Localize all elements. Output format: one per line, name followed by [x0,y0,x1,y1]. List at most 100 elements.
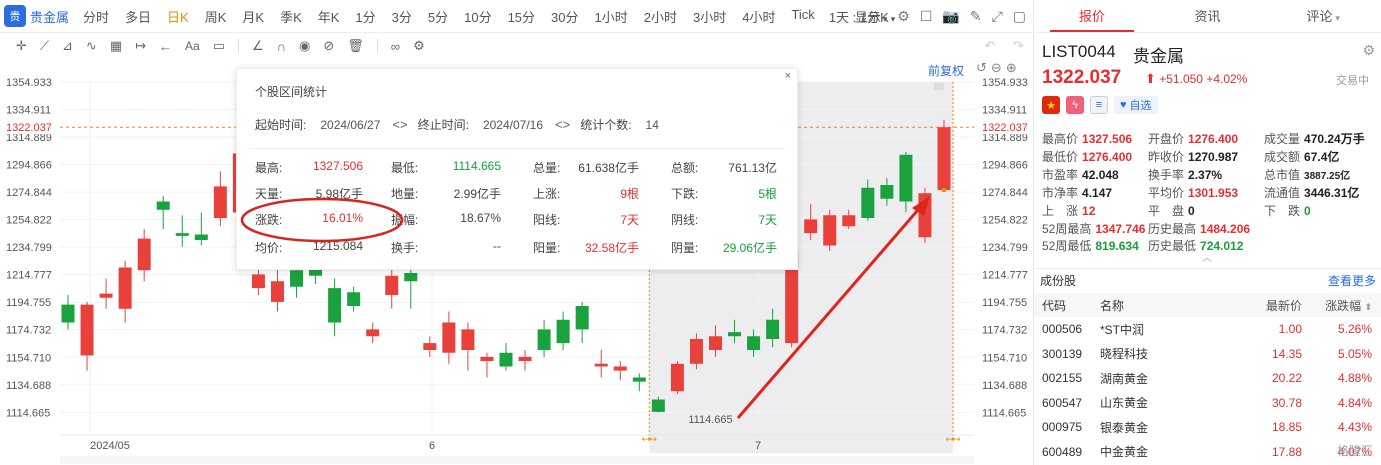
period-tab[interactable]: 日K [159,7,197,26]
period-tab[interactable]: 周K [197,7,235,26]
header-price[interactable]: 最新价 [1230,297,1302,314]
table-row[interactable]: 600547 山东黄金 30.78 4.84% [1034,391,1381,416]
eye-icon[interactable]: ◉ [299,38,310,54]
price-cell: 18.85 [1271,420,1302,435]
quote-value: 1276.400 [1188,132,1239,146]
tab-comments[interactable]: 评论 ▾ [1265,0,1381,32]
period-tab[interactable]: 2小时 [636,7,685,26]
table-row[interactable]: 002155 湖南黄金 20.22 4.88% [1034,366,1381,391]
quote-label: 历史最高 [1148,222,1197,236]
layout-icon[interactable]: ▢ [1013,8,1026,25]
header-change[interactable]: 涨跌幅 ⬍ [1302,297,1372,314]
zoom-out-icon[interactable]: ⊖ [991,60,1002,76]
quote-label: 最高价 [1042,132,1079,146]
end-date[interactable]: 2024/07/16 [483,118,543,132]
price-cell: 30.78 [1271,395,1302,410]
period-tab[interactable]: 年K [310,7,348,26]
period-tab[interactable]: 3分 [384,7,420,26]
text-tool-icon[interactable]: Aa [185,39,200,53]
wave-tool-icon[interactable]: ∿ [86,38,97,54]
add-favorite-button[interactable]: ♥ 自选 [1114,96,1158,114]
stock-name-tab[interactable]: 贵金属 [30,7,69,26]
undo-icon[interactable]: ↶ [984,38,995,54]
fuquan-toggle[interactable]: 前复权 [928,62,964,79]
candle-body [766,319,780,339]
low-value-label: 1114.665 [688,414,732,426]
zoom-in-icon[interactable]: ⊕ [1006,60,1017,76]
table-row[interactable]: 600489 中金黄金 17.88 4.07% [1034,440,1381,465]
candle-body [461,329,475,350]
quote-label: 平均价 [1148,186,1185,200]
bolt-icon[interactable]: ϟ [1066,96,1084,114]
camera-icon[interactable]: 📷 [942,8,959,25]
period-tab[interactable]: 4小时 [734,7,783,26]
trash-icon[interactable]: 🗑 [347,38,364,54]
expand-chevron-icon[interactable]: ︿ [1202,249,1212,264]
tab-news[interactable]: 资讯 [1150,0,1266,32]
ray-tool-icon[interactable]: ⊿ [62,38,73,54]
current-price-tag: 1322.037 [6,122,52,134]
quote-item: 总市值 3887.25亿 [1264,166,1350,183]
divider [249,148,785,149]
table-row[interactable]: 000975 银泰黄金 18.85 4.43% [1034,415,1381,440]
indicator-box-icon[interactable]: ☐ [920,8,933,25]
y-tick-label-right: 1114.665 [982,407,1026,419]
candle-body [537,329,551,350]
crosshair-icon[interactable]: ✛ [16,38,27,54]
view-more-link[interactable]: 查看更多 [1328,269,1376,294]
stock-name-cell: 银泰黄金 [1100,420,1149,435]
ruler-tool-icon[interactable]: ∠ [252,38,264,54]
candle-body [575,306,589,330]
display-menu[interactable]: 显示 ▾ [855,7,888,26]
start-arrows-icon[interactable]: <> [392,117,407,132]
grid-tool-icon[interactable]: ▦ [110,38,122,54]
watermark: 格隆汇 [1336,444,1373,458]
candle-body [518,356,532,361]
header-code[interactable]: 代码 [1034,297,1100,314]
hide-icon[interactable]: ⊘ [323,38,334,54]
close-icon[interactable]: × [785,70,791,82]
draw-settings-icon[interactable]: ⚙ [413,38,425,54]
document-icon[interactable]: ≡ [1090,96,1108,114]
end-arrows-icon[interactable]: <> [555,117,570,132]
quote-value: 1347.746 [1095,222,1146,236]
tab-quote[interactable]: 报价 [1034,0,1150,32]
y-tick-label: 1114.665 [6,407,50,419]
pen-icon[interactable]: ✎ [970,8,982,25]
selection-close-box [933,82,944,90]
comment-tool-icon[interactable]: ▭ [213,38,225,54]
table-row[interactable]: 000506 *ST中润 1.00 5.26% [1034,317,1381,342]
period-tab[interactable]: 月K [234,7,272,26]
period-tab[interactable]: 多日 [117,7,159,26]
settings-gear-icon[interactable]: ⚙ [897,8,910,25]
period-tab[interactable]: 5分 [420,7,456,26]
period-tab[interactable]: 15分 [500,7,543,26]
period-tab[interactable]: 分时 [75,7,117,26]
panel-settings-icon[interactable]: ⚙ [1362,42,1375,59]
period-tab[interactable]: 3小时 [685,7,734,26]
stock-code-cell: 300139 [1042,346,1083,361]
range-tool-icon[interactable]: ↦ [135,38,146,54]
link-icon[interactable]: ∞ [391,39,400,54]
candle-body [156,201,170,210]
line-tool-icon[interactable]: ⟋ [40,38,49,54]
magnet-icon[interactable]: ∩ [277,39,286,54]
period-tab[interactable]: 10分 [456,7,499,26]
header-name[interactable]: 名称 [1100,297,1230,314]
period-tab[interactable]: Tick [783,7,822,26]
period-tab[interactable]: 季K [272,7,310,26]
reset-icon[interactable]: ↺ [976,60,987,76]
period-tab[interactable]: 1分 [347,7,383,26]
start-date[interactable]: 2024/06/27 [320,118,380,132]
quote-value: 12 [1082,204,1096,218]
period-tab[interactable]: 30分 [543,7,586,26]
fullscreen-icon[interactable]: ⤢ [992,8,1003,25]
candle-body [747,336,761,350]
table-row[interactable]: 300139 晓程科技 14.35 5.05% [1034,342,1381,367]
arrow-tool-icon[interactable]: ← [159,39,172,54]
period-tab[interactable]: 1小时 [587,7,636,26]
quote-label: 开盘价 [1148,132,1185,146]
quote-item: 52周最高 1347.746 [1042,220,1145,237]
quote-label: 昨收价 [1148,150,1185,164]
redo-icon[interactable]: ↷ [1013,38,1024,54]
